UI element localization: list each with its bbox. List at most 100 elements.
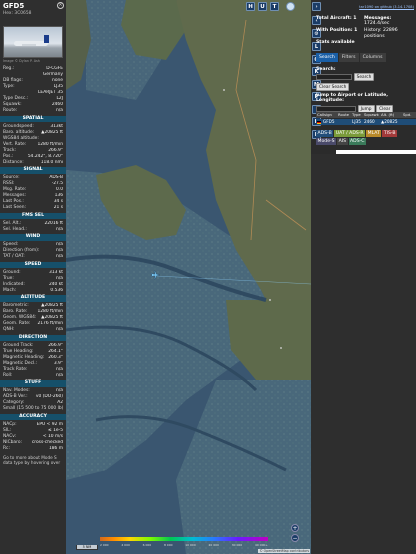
history-count: History: 22896 positions xyxy=(364,28,398,39)
section-header: FMS SEL xyxy=(0,212,66,219)
info-key: Reg.: xyxy=(3,66,15,71)
detail-row: Small (15 500 to 75 000 lb) xyxy=(0,406,66,412)
detail-row: Last Seen: 21 s xyxy=(0,205,66,211)
info-key: Type: xyxy=(3,84,15,89)
search-button[interactable]: Search xyxy=(353,73,375,81)
map-canvas[interactable] xyxy=(66,0,311,554)
tag-uat: UAT / ADS-R xyxy=(334,130,366,137)
right-sidebar: › ‹ ⚙ LOKMPIRF tar1090 on github (3.14.1… xyxy=(311,0,416,554)
tag-adsb: ADS-B xyxy=(316,130,334,137)
search-label: Search: xyxy=(316,67,336,72)
map-scale: 5 NM xyxy=(76,545,98,550)
detail-key: Roll: xyxy=(3,372,13,378)
detail-row: Roll: n/a xyxy=(0,373,66,379)
section-header: SIGNAL xyxy=(0,167,66,174)
search-input[interactable] xyxy=(316,74,352,80)
col-type[interactable]: Type xyxy=(351,112,363,118)
detail-value: 186 m xyxy=(48,445,63,451)
section-header: STUFF xyxy=(0,380,66,387)
detail-value: n/a xyxy=(56,327,63,332)
sidebar-tabs: Search Filters Columns xyxy=(316,53,387,62)
map-button-t[interactable]: T xyxy=(270,2,279,11)
footer-hint: Go to more about Mode S data type by hov… xyxy=(3,454,61,466)
detail-value: 0.536 xyxy=(50,287,63,293)
stats-available[interactable]: Stats available xyxy=(316,40,364,45)
detail-key: Last Seen: xyxy=(3,205,26,210)
settings-gear-icon[interactable] xyxy=(286,2,295,11)
aircraft-callsign: GFD5 xyxy=(3,2,25,10)
section-header: DIRECTION xyxy=(0,334,66,341)
airplane-icon[interactable] xyxy=(151,270,161,280)
aircraft-hex: Hex: 3C0658 xyxy=(3,11,32,16)
with-position: With Position: 1 xyxy=(316,28,358,34)
github-link[interactable]: tar1090 on github (3.14.1708) xyxy=(359,5,414,9)
detail-key: Rc: xyxy=(3,445,10,451)
search-panel: Search: Search Clear Search Jump to Airp… xyxy=(316,67,416,113)
photo-credit: Image © Dylan P. Ash xyxy=(3,59,40,63)
detail-row: Sel. Head.: n/a xyxy=(0,227,66,233)
jump-label: Jump to Airport or Latitude, Longitude: xyxy=(316,93,388,103)
detail-value: n/a xyxy=(56,372,63,378)
col-route[interactable]: Route xyxy=(337,112,351,118)
aircraft-info-panel: GFD5 Hex: 3C0658 × Image © Dylan P. Ash … xyxy=(0,0,66,554)
tag-modes: Mode-S xyxy=(316,137,337,145)
info-row: Route: n/a xyxy=(0,108,66,114)
detail-key: Distance: xyxy=(3,159,24,165)
detail-value: 21 s xyxy=(53,205,63,210)
tab-columns[interactable]: Columns xyxy=(359,53,386,62)
tag-mlat: MLAT xyxy=(366,130,382,137)
aircraft-header: GFD5 Hex: 3C0658 × xyxy=(0,0,66,19)
section-header: ALTITUDE xyxy=(0,295,66,302)
zoom-out-button[interactable]: − xyxy=(291,534,299,542)
map-view[interactable]: H U T + − 2 000 4 000 6 000 8 000 10 000 20 0… xyxy=(66,0,311,554)
tab-search[interactable]: Search xyxy=(316,53,338,62)
detail-key: TAT / OAT: xyxy=(3,254,25,259)
aircraft-photo[interactable] xyxy=(3,26,63,58)
detail-row: Distance: 118.0 nmi xyxy=(0,160,66,166)
col-altitude[interactable]: Alt. (ft) xyxy=(380,112,402,118)
messages-value: 1724.4/sec xyxy=(364,21,390,27)
map-button-u[interactable]: U xyxy=(258,2,267,11)
aircraft-basic-info: Reg.: D-CGFE Germany DB flags: none Type: LJ35… xyxy=(0,66,66,114)
detail-key: Small (15 500 to 75 000 lb) xyxy=(3,406,64,411)
map-attribution[interactable]: © OpenStreetMap contributors xyxy=(258,549,310,553)
aircraft-table: Callsign Route Type Squawk Alt. (ft) Spd… xyxy=(316,112,416,125)
close-icon[interactable]: × xyxy=(57,2,64,9)
sidebar-content: tar1090 on github (3.14.1708) Total Airc… xyxy=(311,0,416,155)
sidebar-empty-area xyxy=(311,154,416,554)
table-row[interactable]: GFD5 LJ35 2460 ▲20825 xyxy=(316,119,416,125)
tag-ais: AIS xyxy=(337,137,348,145)
detail-row: QNH: n/a xyxy=(0,327,66,333)
altitude-color-legend xyxy=(100,537,268,541)
tab-filters[interactable]: Filters xyxy=(338,53,359,62)
detail-value: n/a xyxy=(56,226,63,232)
section-header: WIND xyxy=(0,234,66,241)
aircraft-detail-sections: SPATIAL Groundspeed: 313kt Baro. altitude: ▲… xyxy=(0,115,66,452)
col-squawk[interactable]: Squawk xyxy=(363,112,380,118)
germany-flag-icon xyxy=(317,120,321,124)
detail-value: n/a xyxy=(56,254,63,259)
info-value: n/a xyxy=(56,108,63,113)
section-header: ACCURACY xyxy=(0,413,66,420)
col-speed[interactable]: Spd. xyxy=(402,112,414,118)
detail-row: TAT / OAT: n/a xyxy=(0,254,66,260)
source-legend: ADS-B UAT / ADS-R MLAT TIS-B Mode-S AIS ADS-C xyxy=(316,130,416,145)
section-header: SPEED xyxy=(0,261,66,268)
tag-tisb: TIS-B xyxy=(382,130,398,137)
section-header: SPATIAL xyxy=(0,115,66,122)
detail-value: ▲20825 ft xyxy=(41,129,63,135)
detail-key: Sel. Head.: xyxy=(3,226,27,232)
map-button-h[interactable]: H xyxy=(246,2,255,11)
altitude-legend-labels: 2 000 4 000 6 000 8 000 10 000 20 000 30 000 40… xyxy=(100,543,268,547)
table-header: Callsign Route Type Squawk Alt. (ft) Spd… xyxy=(316,112,416,118)
stats-block: Total Aircraft: 1 Messages: 1724.4/sec Wi… xyxy=(316,16,416,45)
col-callsign[interactable]: Callsign xyxy=(316,112,337,118)
info-key: Route: xyxy=(3,108,18,113)
detail-row: Mach: 0.536 xyxy=(0,288,66,294)
clear-search-button[interactable]: Clear Search xyxy=(316,83,350,91)
detail-key: QNH: xyxy=(3,327,15,332)
total-aircraft: Total Aircraft: 1 xyxy=(316,16,357,21)
zoom-in-button[interactable]: + xyxy=(291,524,299,532)
detail-key: Mach: xyxy=(3,287,17,293)
tag-adsc: ADS-C xyxy=(348,137,366,145)
